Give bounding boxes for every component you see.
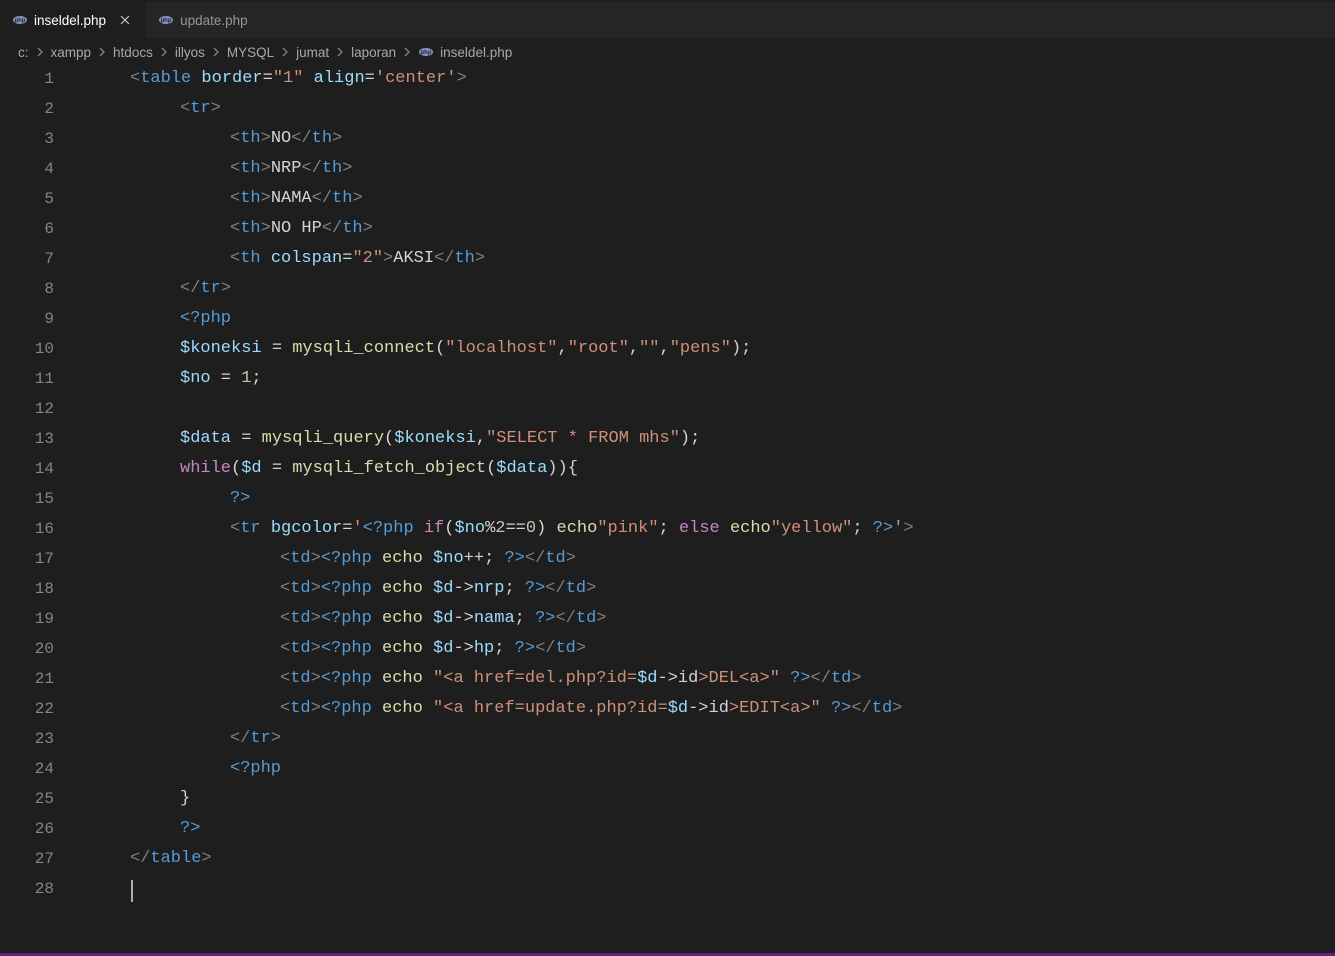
chevron-right-icon — [400, 45, 414, 59]
line-number-gutter: 1234567891011121314151617181920212223242… — [0, 64, 80, 904]
svg-text:php: php — [15, 18, 26, 24]
crumb-item[interactable]: laporan — [351, 45, 396, 60]
code-area[interactable]: <table border="1" align='center'> <tr> <… — [80, 64, 1335, 904]
line-number: 8 — [0, 274, 54, 304]
line-number: 3 — [0, 124, 54, 154]
line-number: 4 — [0, 154, 54, 184]
line-number: 12 — [0, 394, 54, 424]
chevron-right-icon — [157, 45, 171, 59]
line-number: 24 — [0, 754, 54, 784]
php-file-icon: php — [158, 12, 174, 28]
crumb-item[interactable]: c: — [18, 45, 29, 60]
line-number: 16 — [0, 514, 54, 544]
line-number: 22 — [0, 694, 54, 724]
line-number: 1 — [0, 64, 54, 94]
chevron-right-icon — [333, 45, 347, 59]
php-file-icon: php — [418, 44, 434, 60]
chevron-right-icon — [95, 45, 109, 59]
chevron-right-icon — [278, 45, 292, 59]
line-number: 23 — [0, 724, 54, 754]
line-number: 20 — [0, 634, 54, 664]
tab-inseldel[interactable]: php inseldel.php — [0, 2, 146, 38]
line-number: 5 — [0, 184, 54, 214]
line-number: 14 — [0, 454, 54, 484]
text-cursor — [131, 880, 133, 902]
crumb-item[interactable]: htdocs — [113, 45, 153, 60]
crumb-item[interactable]: inseldel.php — [440, 45, 512, 60]
line-number: 9 — [0, 304, 54, 334]
code-editor[interactable]: 1234567891011121314151617181920212223242… — [0, 64, 1335, 904]
line-number: 13 — [0, 424, 54, 454]
svg-text:php: php — [161, 18, 172, 24]
chevron-right-icon — [209, 45, 223, 59]
line-number: 10 — [0, 334, 54, 364]
line-number: 28 — [0, 874, 54, 904]
crumb-item[interactable]: xampp — [51, 45, 92, 60]
line-number: 18 — [0, 574, 54, 604]
line-number: 27 — [0, 844, 54, 874]
crumb-item[interactable]: MYSQL — [227, 45, 274, 60]
tab-label: update.php — [180, 13, 248, 28]
svg-text:php: php — [421, 50, 432, 56]
php-file-icon: php — [12, 12, 28, 28]
breadcrumb: c: xampp htdocs illyos MYSQL jumat lapor… — [0, 38, 1335, 64]
line-number: 25 — [0, 784, 54, 814]
line-number: 11 — [0, 364, 54, 394]
tab-bar: php inseldel.php php update.php — [0, 0, 1335, 38]
line-number: 2 — [0, 94, 54, 124]
close-icon[interactable] — [116, 11, 134, 29]
line-number: 26 — [0, 814, 54, 844]
chevron-right-icon — [33, 45, 47, 59]
crumb-item[interactable]: illyos — [175, 45, 205, 60]
line-number: 7 — [0, 244, 54, 274]
line-number: 19 — [0, 604, 54, 634]
tab-label: inseldel.php — [34, 13, 106, 28]
line-number: 6 — [0, 214, 54, 244]
line-number: 17 — [0, 544, 54, 574]
line-number: 21 — [0, 664, 54, 694]
tab-update[interactable]: php update.php — [146, 2, 260, 38]
line-number: 15 — [0, 484, 54, 514]
crumb-item[interactable]: jumat — [296, 45, 329, 60]
